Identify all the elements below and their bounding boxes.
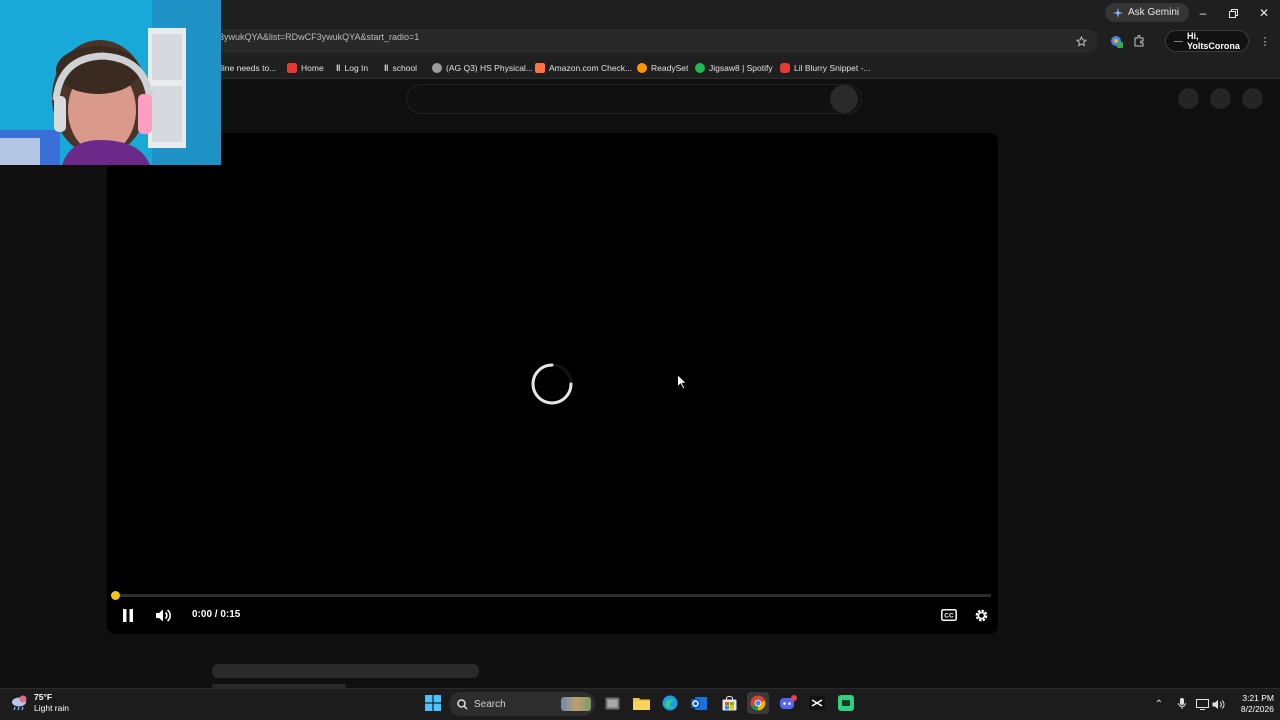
readyset-favicon-icon <box>637 62 647 73</box>
bookmark-item[interactable]: line needs to... <box>221 60 276 75</box>
school-favicon-icon: ‖ <box>384 62 389 73</box>
extension-badge-icon[interactable] <box>1108 33 1124 49</box>
bookmark-label: line needs to... <box>221 62 277 73</box>
title-skeleton <box>212 664 479 678</box>
youtube-favicon-icon <box>780 62 790 73</box>
microphone-icon[interactable] <box>1175 697 1189 711</box>
weather-widget[interactable]: 75°F Light rain <box>10 692 69 714</box>
home-favicon-icon <box>287 62 297 73</box>
app-green-icon[interactable] <box>835 692 857 714</box>
bookmark-label: Amazon.com Check... <box>549 62 633 73</box>
loading-spinner-icon <box>531 363 573 405</box>
header-action-placeholder[interactable] <box>1242 88 1263 109</box>
login-favicon-icon: ‖ <box>336 62 341 73</box>
bookmark-label: Log In <box>344 62 369 73</box>
ask-gemini-label: Ask Gemini <box>1128 7 1180 18</box>
taskbar-search[interactable]: Search <box>449 692 595 716</box>
bookmark-item[interactable]: Amazon.com Check... <box>535 60 632 75</box>
capcut-icon[interactable] <box>806 692 828 714</box>
restore-icon[interactable] <box>1218 0 1248 26</box>
amazon-favicon-icon <box>535 62 545 73</box>
volume-button[interactable] <box>154 606 172 624</box>
profile-dash-icon: — <box>1174 36 1183 46</box>
bookmark-item[interactable]: Home <box>287 60 324 75</box>
site-search-button[interactable] <box>830 85 858 113</box>
settings-button[interactable] <box>972 606 990 624</box>
header-action-placeholder[interactable] <box>1210 88 1231 109</box>
rain-cloud-icon <box>12 695 27 711</box>
profile-label: Hi, YoltsCorona <box>1187 31 1240 51</box>
bookmark-item[interactable]: Jigsaw8 | Spotify <box>695 60 773 75</box>
store-icon[interactable] <box>718 692 740 714</box>
progress-scrubber[interactable] <box>111 591 120 600</box>
globe-favicon-icon <box>432 62 442 73</box>
speaker-icon[interactable] <box>1211 697 1225 711</box>
extensions-puzzle-icon[interactable] <box>1131 33 1147 49</box>
gear-icon <box>975 609 987 621</box>
discord-icon[interactable] <box>777 692 799 714</box>
svg-text:CC: CC <box>944 613 954 620</box>
taskbar-search-label: Search <box>474 698 506 710</box>
bookmark-item[interactable]: Lil Blurry Snippet -... <box>780 60 871 75</box>
bookmark-label: (AG Q3) HS Physical... <box>446 62 533 73</box>
bookmark-label: Jigsaw8 | Spotify <box>709 62 773 73</box>
search-icon <box>457 698 468 710</box>
network-icon[interactable] <box>1195 697 1209 711</box>
outlook-icon[interactable] <box>688 692 710 714</box>
search-highlight-image <box>561 697 591 711</box>
bookmark-item[interactable]: ‖ Log In <box>336 60 368 75</box>
captions-button[interactable]: CC <box>940 607 958 623</box>
webcam-person-image <box>0 0 221 165</box>
clock-date: 8/2/2026 <box>1240 704 1274 714</box>
bookmark-star-icon[interactable] <box>1073 33 1089 49</box>
time-display: 0:00 / 0:15 <box>192 609 241 620</box>
system-clock[interactable]: 3:21 PM 8/2/2026 <box>1226 693 1274 715</box>
weather-desc: Light rain <box>34 703 69 713</box>
site-search-input[interactable] <box>406 84 862 114</box>
edge-icon[interactable] <box>659 692 681 714</box>
task-view-icon[interactable] <box>601 692 623 714</box>
bookmark-item[interactable]: ReadySet <box>637 60 688 75</box>
bookmark-label: school <box>392 62 418 73</box>
webcam-overlay <box>0 0 221 165</box>
profile-button[interactable]: — Hi, YoltsCorona <box>1165 30 1249 52</box>
clock-time: 3:21 PM <box>1242 693 1274 703</box>
more-menu-icon[interactable]: ⋮ <box>1257 33 1273 49</box>
mouse-cursor-icon <box>677 374 687 390</box>
progress-bar[interactable] <box>115 594 991 597</box>
bookmark-label: Home <box>301 62 324 73</box>
volume-icon <box>155 608 171 622</box>
address-url: 3ywukQYA&list=RDwCF3ywukQYA&start_radio=… <box>219 32 420 42</box>
show-hidden-icons-chevron-icon[interactable]: ⌃ <box>1152 697 1166 711</box>
bookmark-item[interactable]: (AG Q3) HS Physical... <box>432 60 533 75</box>
gemini-sparkle-icon <box>1113 7 1123 18</box>
spotify-favicon-icon <box>695 62 705 73</box>
screen: Ask Gemini – ✕ 3ywukQYA&list=RDwCF3ywukQ… <box>0 0 1280 720</box>
windows-start-icon[interactable] <box>422 692 444 714</box>
header-action-placeholder[interactable] <box>1178 88 1199 109</box>
pause-icon <box>123 608 133 622</box>
bookmark-item[interactable]: ‖ school <box>384 60 417 75</box>
weather-temp: 75°F <box>34 692 53 702</box>
captions-icon: CC <box>941 609 957 621</box>
ask-gemini-button[interactable]: Ask Gemini <box>1105 3 1190 22</box>
bookmark-label: Lil Blurry Snippet -... <box>794 62 871 73</box>
file-explorer-icon[interactable] <box>630 692 652 714</box>
chrome-icon[interactable] <box>747 692 769 714</box>
pause-button[interactable] <box>120 607 136 623</box>
minimize-icon[interactable]: – <box>1188 0 1218 26</box>
bookmark-label: ReadySet <box>651 62 689 73</box>
close-icon[interactable]: ✕ <box>1249 0 1279 26</box>
